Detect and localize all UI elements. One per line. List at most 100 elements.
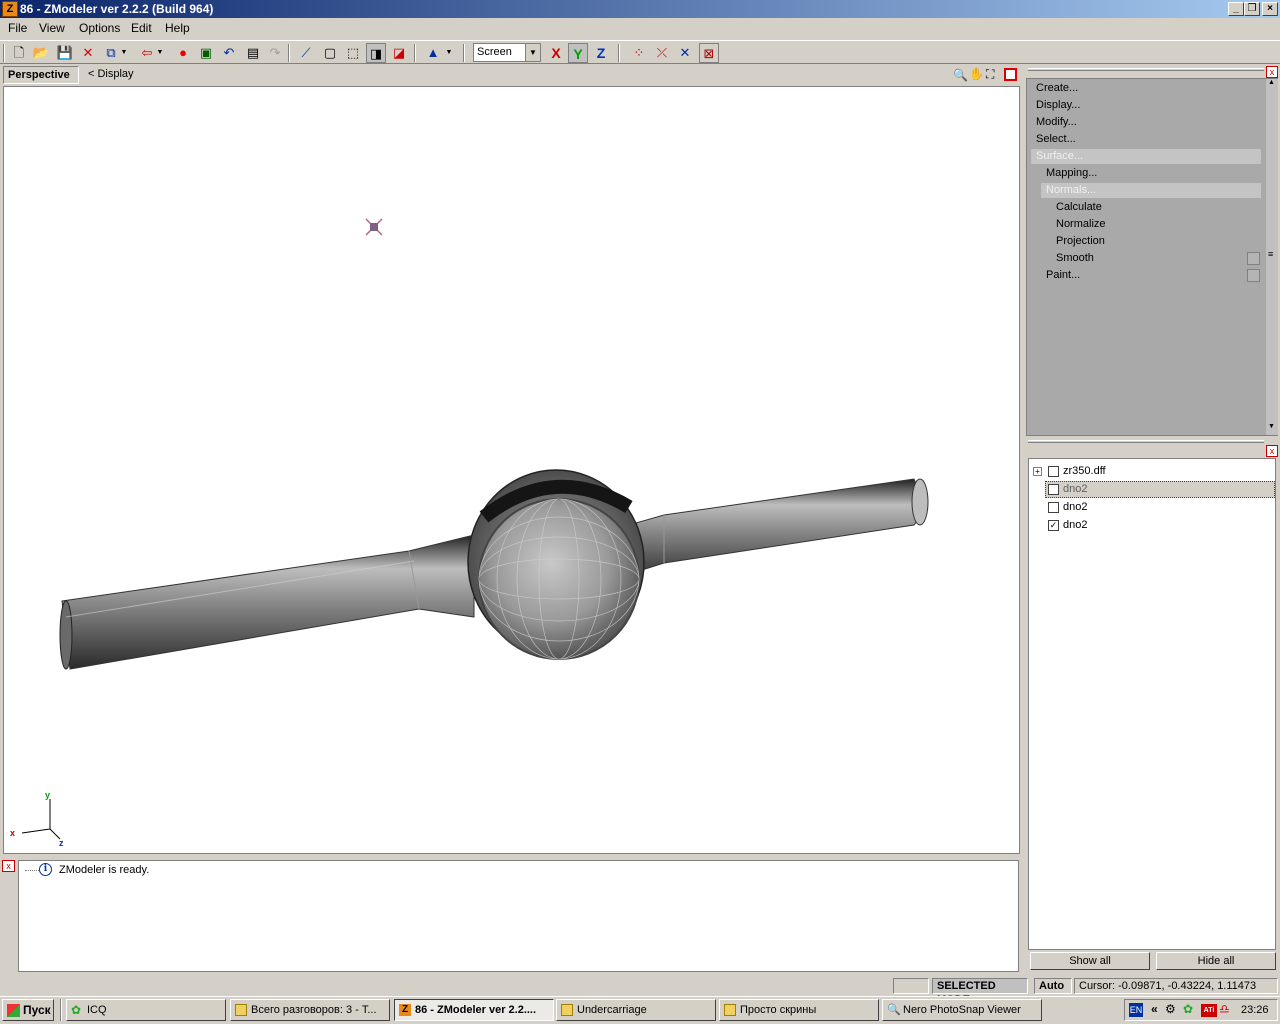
menu-normalize[interactable]: Normalize — [1056, 218, 1106, 230]
cube-mode-icon[interactable]: ⬚ — [343, 43, 363, 63]
tree-node-dno2-1[interactable]: dno2 — [1063, 483, 1087, 495]
app-logo-icon[interactable]: Z — [2, 1, 18, 17]
zoom-icon[interactable]: 🔍 — [953, 68, 968, 82]
task-zmodeler[interactable]: Z 86 - ZModeler ver 2.2.... — [394, 999, 554, 1021]
log-message: ZModeler is ready. — [59, 864, 150, 876]
antivirus-icon[interactable]: ♎ — [1219, 1002, 1230, 1016]
axis-z-toggle[interactable]: Z — [591, 43, 611, 63]
new-file-icon[interactable]: 🗋 — [9, 43, 29, 63]
task-nero[interactable]: 🔍 Nero PhotoSnap Viewer — [882, 999, 1042, 1021]
fit-view-icon[interactable]: ⛶ — [986, 67, 994, 82]
delete-icon[interactable]: ✕ — [78, 43, 98, 63]
task-undercarriage[interactable]: Undercarriage — [556, 999, 716, 1021]
icq-tray-icon[interactable]: ✿ — [1183, 1002, 1193, 1016]
minimize-button[interactable]: _ — [1228, 2, 1244, 16]
menu-help[interactable]: Help — [165, 21, 190, 35]
close-button[interactable]: × — [1262, 2, 1278, 16]
start-button[interactable]: Пуск — [2, 999, 54, 1021]
menu-paint[interactable]: Paint... — [1046, 269, 1080, 281]
move-tool-icon[interactable]: ⤫ — [652, 43, 672, 63]
chevron-down-icon: ▼ — [525, 44, 540, 61]
scroll-thumb-icon[interactable]: ≡ — [1268, 249, 1273, 259]
pan-hand-icon[interactable]: ✋ — [969, 67, 984, 81]
tree-checkbox[interactable] — [1048, 502, 1059, 513]
axis-y-toggle[interactable]: Y — [568, 43, 588, 63]
menu-view[interactable]: View — [39, 21, 65, 35]
menu-options[interactable]: Options — [79, 21, 120, 35]
viewport-3d[interactable]: y x z — [3, 86, 1020, 854]
task-icq[interactable]: ✿ ICQ — [66, 999, 226, 1021]
tree-node-dno2-2[interactable]: dno2 — [1063, 501, 1087, 513]
menu-calculate[interactable]: Calculate — [1056, 201, 1102, 213]
viewport-tab-perspective[interactable]: Perspective — [3, 66, 79, 84]
axis-x-toggle[interactable]: X — [546, 43, 566, 63]
network-icon[interactable]: ⚙ — [1165, 1002, 1176, 1016]
tree-grip[interactable] — [1028, 440, 1264, 443]
hide-all-button[interactable]: Hide all — [1156, 952, 1276, 970]
task-label: Nero PhotoSnap Viewer — [903, 1004, 1021, 1016]
tree-node-dno2-3[interactable]: dno2 — [1063, 519, 1087, 531]
menu-surface[interactable]: Surface... — [1036, 150, 1083, 162]
open-folder-icon[interactable]: 📂 — [31, 43, 51, 63]
render-icon[interactable]: ▣ — [196, 43, 216, 63]
pivot-dropdown-icon[interactable]: ▼ — [443, 43, 455, 63]
redo-icon[interactable]: ↷ — [265, 43, 285, 63]
smooth-option-box[interactable] — [1247, 252, 1260, 265]
export-dropdown-icon[interactable]: ▼ — [155, 43, 165, 63]
menu-file[interactable]: File — [8, 21, 27, 35]
status-auto: Auto — [1034, 978, 1072, 994]
panel-scrollbar[interactable]: ▲ ≡ ▼ — [1266, 79, 1278, 435]
restore-button[interactable]: ❐ — [1244, 2, 1260, 16]
save-icon[interactable]: 💾 — [55, 43, 75, 63]
pivot-icon[interactable]: ▲ — [423, 43, 443, 63]
scroll-down-icon[interactable]: ▼ — [1268, 423, 1275, 430]
panel-grip[interactable] — [1028, 68, 1264, 71]
menu-select[interactable]: Select... — [1036, 133, 1076, 145]
status-cursor: Cursor: -0.09871, -0.43224, 1.11473 — [1074, 978, 1278, 994]
expand-icon[interactable]: + — [1033, 467, 1042, 476]
tray-expand-icon[interactable]: « — [1151, 1002, 1158, 1016]
menu-mapping[interactable]: Mapping... — [1046, 167, 1097, 179]
menu-display[interactable]: Display... — [1036, 99, 1080, 111]
coordinate-system-select[interactable]: Screen ▼ — [473, 43, 541, 62]
paint-option-box[interactable] — [1247, 269, 1260, 282]
right-axle-rod — [603, 478, 927, 583]
vertex-mode-icon[interactable]: ⟋ — [296, 43, 316, 63]
menu-edit[interactable]: Edit — [131, 21, 152, 35]
properties-icon[interactable]: ▤ — [243, 43, 263, 63]
vertex-tool-icon[interactable]: ⁘ — [629, 43, 649, 63]
icq-flower-icon: ✿ — [71, 1003, 82, 1017]
object-mode-icon[interactable]: ▢ — [320, 43, 340, 63]
scroll-up-icon[interactable]: ▲ — [1268, 79, 1275, 86]
tree-checkbox-checked[interactable]: ✓ — [1048, 520, 1059, 531]
import-icon[interactable]: ⧉ — [101, 43, 121, 63]
menu-normals[interactable]: Normals... — [1046, 184, 1096, 196]
solid-mode-icon[interactable]: ◨ — [366, 43, 386, 63]
rotate-tool-icon[interactable]: ✕ — [675, 43, 695, 63]
task-screens[interactable]: Просто скрины — [719, 999, 879, 1021]
menu-modify[interactable]: Modify... — [1036, 116, 1077, 128]
scale-tool-icon[interactable]: ⊠ — [699, 43, 719, 63]
import-dropdown-icon[interactable]: ▼ — [119, 43, 129, 63]
tree-checkbox[interactable] — [1048, 484, 1059, 495]
box-select-icon[interactable]: ◪ — [389, 43, 409, 63]
log-close-icon[interactable]: x — [2, 860, 15, 872]
axis-x-label: x — [10, 828, 16, 838]
export-icon[interactable]: ⇦ — [137, 43, 157, 63]
language-indicator[interactable]: EN — [1129, 1003, 1143, 1017]
record-icon[interactable]: ● — [173, 43, 193, 63]
maximize-viewport-icon[interactable] — [1004, 68, 1017, 81]
show-all-button[interactable]: Show all — [1030, 952, 1150, 970]
tree-close-icon[interactable]: x — [1266, 445, 1278, 457]
status-blank — [893, 978, 929, 994]
menu-create[interactable]: Create... — [1036, 82, 1078, 94]
tree-node-root[interactable]: zr350.dff — [1063, 465, 1106, 477]
menu-projection[interactable]: Projection — [1056, 235, 1105, 247]
task-conversations[interactable]: Всего разговоров: 3 - Т... — [230, 999, 390, 1021]
panel-close-icon[interactable]: x — [1266, 66, 1278, 78]
ati-icon[interactable]: ATi — [1201, 1004, 1217, 1017]
tree-checkbox[interactable] — [1048, 466, 1059, 477]
display-breadcrumb[interactable]: < Display — [88, 68, 134, 80]
undo-icon[interactable]: ↶ — [219, 43, 239, 63]
menu-smooth[interactable]: Smooth — [1056, 252, 1094, 264]
